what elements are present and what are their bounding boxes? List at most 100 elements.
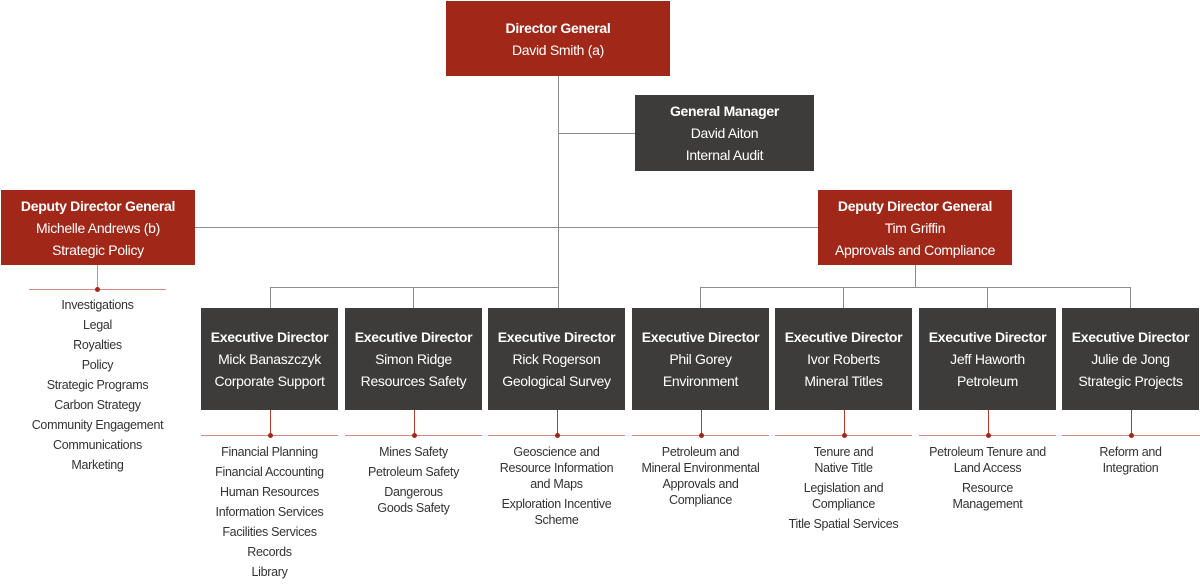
deputy-unit: Strategic Policy [52, 241, 144, 258]
director-general-name: David Smith (a) [512, 41, 604, 58]
general-manager-unit: Internal Audit [685, 147, 764, 163]
org-chart: Director General David Smith (a) General… [0, 0, 1200, 582]
general-manager-box: General Manager David Aiton Internal Aud… [635, 95, 814, 171]
function-item: Tenure and Native Title [813, 445, 874, 475]
executive-functions-stem [1131, 410, 1132, 435]
function-item: Dangerous Goods Safety [377, 485, 450, 515]
function-item: Exploration Incentive Scheme [501, 497, 612, 527]
executive-functions-dot [1129, 433, 1134, 438]
executive-name: Phil Gorey [669, 351, 732, 367]
deputy-title: Deputy Director General [837, 197, 993, 214]
deputy-unit: Approvals and Compliance [834, 241, 996, 258]
executive-functions-dot [555, 433, 560, 438]
executive-title: Executive Director [497, 329, 616, 345]
executive-director-box: Executive Director Jeff Haworth Petroleum [919, 308, 1056, 410]
executive-director-box: Executive Director Phil Gorey Environment [632, 308, 769, 410]
function-item: Financial Planning [221, 445, 318, 459]
function-item: Reform and Integration [1099, 445, 1162, 475]
executive-unit: Environment [662, 373, 739, 389]
general-manager-name: David Aiton [690, 125, 759, 141]
executive-director-box: Executive Director Julie de Jong Strategic… [1062, 308, 1199, 410]
executive-unit: Resources Safety [360, 373, 467, 389]
deputy-title: Deputy Director General [20, 197, 176, 214]
executive-title: Executive Director [354, 329, 473, 345]
executive-unit: Strategic Projects [1078, 373, 1183, 389]
executive-director-box: Executive Director Rick Rogerson Geologica… [488, 308, 625, 410]
function-item: Legislation and Compliance [803, 481, 884, 511]
function-item: Policy [81, 358, 114, 372]
executive-title: Executive Director [641, 329, 760, 345]
deputy-name: Michelle Andrews (b) [36, 219, 160, 236]
connector-right-drop-1 [700, 287, 701, 308]
executive-name: Julie de Jong [1091, 351, 1170, 367]
executive-functions-list: Petroleum Tenure and Land Access Resource… [915, 444, 1060, 516]
executive-director-box: Executive Director Mick Banaszczyk Corpora… [201, 308, 338, 410]
executive-functions-dot [842, 433, 847, 438]
function-item: Human Resources [219, 485, 320, 499]
function-item: Mines Safety [379, 445, 448, 459]
executive-functions-list: Geoscience and Resource Information and … [484, 444, 629, 532]
function-item: Legal [82, 318, 113, 332]
executive-functions-stem [557, 410, 558, 435]
deputy-box-strategic-policy: Deputy Director General Michelle Andrews… [1, 190, 195, 265]
function-item: Communications [53, 438, 142, 452]
function-item: Library [251, 565, 288, 579]
deputy-functions-list: Investigations Legal Royalties Policy St… [14, 297, 181, 477]
executive-functions-list: Tenure and Native Title Legislation and C… [771, 444, 916, 536]
connector-tg-stem [915, 265, 916, 287]
connector-right-drop-2 [843, 287, 844, 308]
executive-functions-dot [699, 433, 704, 438]
executive-functions-dot [986, 433, 991, 438]
function-item: Geoscience and Resource Information and … [499, 445, 614, 491]
function-item: Resource Management [952, 481, 1023, 511]
function-item: Financial Accounting [215, 465, 324, 479]
executive-functions-stem [414, 410, 415, 435]
function-item: Petroleum and Mineral Environmental Appr… [641, 445, 760, 507]
function-item: Strategic Programs [46, 378, 149, 392]
executive-functions-list: Petroleum and Mineral Environmental Appr… [628, 444, 773, 512]
executive-functions-list: Mines Safety Petroleum Safety Dangerous Go… [341, 444, 486, 520]
function-item: Facilities Services [222, 525, 317, 539]
connector-right-drop-4 [1130, 287, 1131, 308]
executive-functions-stem [701, 410, 702, 435]
connector-gm [558, 133, 635, 134]
executive-unit: Corporate Support [214, 373, 325, 389]
deputy-box-approvals-compliance: Deputy Director General Tim Griffin Appr… [818, 190, 1012, 265]
executive-functions-list: Reform and Integration [1058, 444, 1200, 480]
function-item: Royalties [73, 338, 122, 352]
deputy-functions-dot [95, 287, 100, 292]
executive-title: Executive Director [1071, 329, 1190, 345]
executive-functions-stem [988, 410, 989, 435]
executive-name: Ivor Roberts [807, 351, 880, 367]
director-general-box: Director General David Smith (a) [446, 1, 670, 76]
function-item: Petroleum Safety [367, 465, 460, 479]
connector-left-drop-2 [413, 287, 414, 308]
executive-title: Executive Director [784, 329, 903, 345]
deputy-name: Tim Griffin [884, 219, 946, 236]
executive-name: Mick Banaszczyk [218, 351, 321, 367]
function-item: Information Services [215, 505, 324, 519]
executive-title: Executive Director [210, 329, 329, 345]
connector-right-group [700, 287, 1131, 288]
connector-left-group [270, 287, 559, 288]
executive-functions-dot [268, 433, 273, 438]
connector-dg-trunk [558, 76, 559, 308]
executive-unit: Petroleum [956, 373, 1019, 389]
executive-functions-stem [270, 410, 271, 435]
executive-name: Rick Rogerson [512, 351, 601, 367]
executive-director-box: Executive Director Ivor Roberts Mineral Ti… [775, 308, 912, 410]
executive-title: Executive Director [928, 329, 1047, 345]
executive-director-box: Executive Director Simon Ridge Resources S… [345, 308, 482, 410]
connector-right-drop-3 [987, 287, 988, 308]
function-item: Title Spatial Services [788, 517, 899, 531]
director-general-title: Director General [505, 19, 611, 36]
function-item: Carbon Strategy [54, 398, 141, 412]
executive-functions-list: Financial Planning Financial Accounting Hu… [197, 444, 342, 584]
function-item: Records [247, 545, 292, 559]
function-item: Marketing [71, 458, 124, 472]
executive-name: Jeff Haworth [950, 351, 1025, 367]
connector-deputies [195, 227, 818, 228]
deputy-functions-stem [97, 265, 98, 289]
executive-name: Simon Ridge [375, 351, 452, 367]
connector-left-drop-1 [270, 287, 271, 308]
